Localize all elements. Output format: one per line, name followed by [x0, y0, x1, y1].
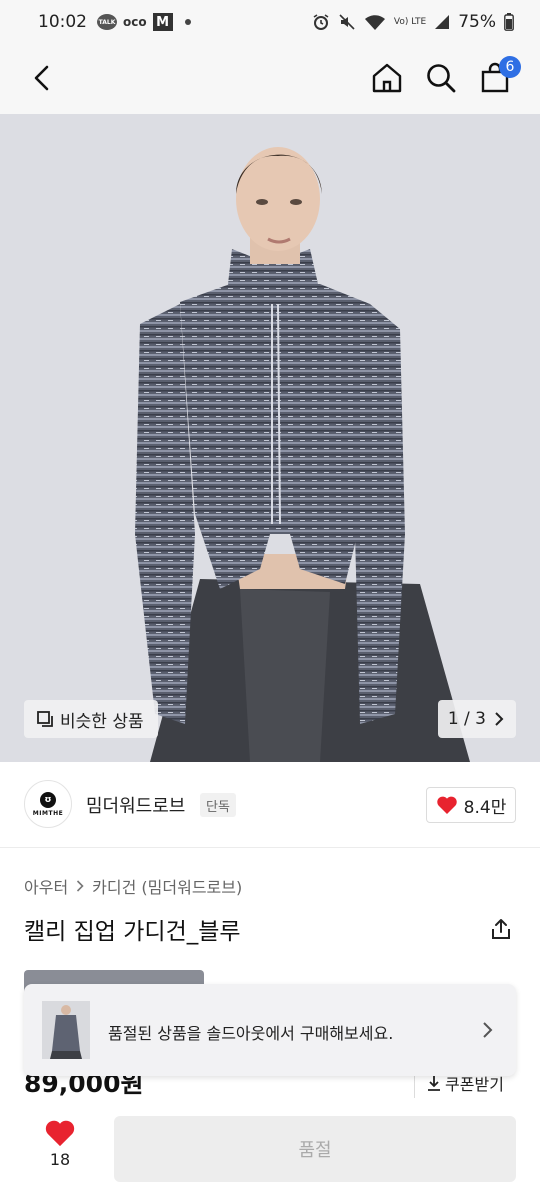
status-right: Vo) LTE 75%	[312, 12, 514, 32]
similar-products-button[interactable]: 비슷한 상품	[24, 700, 158, 738]
wifi-icon	[364, 13, 386, 31]
volte-icon: Vo) LTE	[393, 17, 427, 27]
similar-items-icon	[37, 711, 53, 727]
exclusive-badge: 단독	[200, 793, 236, 817]
banner-product-thumbnail	[42, 1001, 90, 1059]
search-icon	[427, 64, 456, 93]
share-icon	[492, 919, 510, 939]
m-notification-icon: M	[152, 13, 173, 31]
heart-icon	[45, 1120, 75, 1147]
cart-button[interactable]: 6	[475, 56, 521, 98]
status-bar: 10:02 TALK oco M Vo) LTE 75%	[0, 0, 540, 44]
search-button[interactable]	[421, 58, 461, 98]
chevron-right-icon	[495, 712, 504, 726]
oco-notification-icon: oco	[123, 15, 147, 29]
home-icon	[372, 63, 402, 93]
download-icon	[428, 1076, 441, 1091]
brand-row: ʊ MIMTHE 밈더워드로브 단독 8.4만	[0, 762, 540, 848]
more-notifications-dot-icon	[184, 19, 191, 25]
home-button[interactable]	[367, 58, 407, 98]
brand-name[interactable]: 밈더워드로브	[86, 792, 185, 818]
image-pager-button[interactable]: 1 / 3	[437, 700, 516, 738]
similar-products-label: 비슷한 상품	[60, 711, 144, 732]
status-left: 10:02 TALK oco M	[38, 12, 191, 32]
heart-icon	[436, 796, 457, 814]
product-image[interactable]: 비슷한 상품 1 / 3	[0, 114, 540, 762]
product-photo	[0, 114, 540, 762]
signal-icon	[434, 14, 450, 30]
bottom-action-bar: 18 품절	[0, 1104, 540, 1200]
share-button[interactable]	[486, 914, 516, 944]
product-title: 캘리 집업 가디건_블루	[24, 919, 241, 945]
soldout-purchase-button[interactable]: 품절	[114, 1116, 516, 1182]
battery-percent: 75%	[458, 12, 496, 32]
chevron-left-icon	[34, 65, 49, 91]
chevron-right-icon	[77, 880, 84, 892]
brand-logo-text: MIMTHE	[32, 809, 64, 817]
soldout-app-banner[interactable]: 품절된 상품을 솔드아웃에서 구매해보세요.	[24, 984, 516, 1076]
mute-icon	[338, 13, 356, 31]
alarm-icon	[312, 13, 330, 31]
app-header: 6	[0, 44, 540, 114]
cart-count-badge: 6	[499, 56, 521, 78]
brand-like-count: 8.4만	[463, 797, 507, 818]
brand-logo[interactable]: ʊ MIMTHE	[24, 780, 72, 828]
brand-like-button[interactable]: 8.4만	[426, 787, 516, 823]
chevron-right-icon	[478, 1018, 498, 1042]
battery-icon	[504, 13, 514, 31]
status-time: 10:02	[38, 12, 87, 32]
breadcrumb: 아우터 카디건 (밈더워드로브)	[24, 874, 242, 898]
kakaotalk-notification-icon: TALK	[97, 14, 117, 30]
brand-logo-mark-icon: ʊ	[40, 791, 56, 808]
wishlist-count: 18	[49, 1150, 71, 1169]
image-pager-label: 1 / 3	[447, 709, 486, 729]
breadcrumb-parent[interactable]: 아우터	[24, 874, 68, 898]
back-button[interactable]	[22, 58, 62, 98]
soldout-banner-text: 품절된 상품을 솔드아웃에서 구매해보세요.	[108, 1024, 394, 1043]
breadcrumb-child[interactable]: 카디건 (밈더워드로브)	[92, 874, 242, 898]
wishlist-button[interactable]: 18	[30, 1118, 90, 1182]
